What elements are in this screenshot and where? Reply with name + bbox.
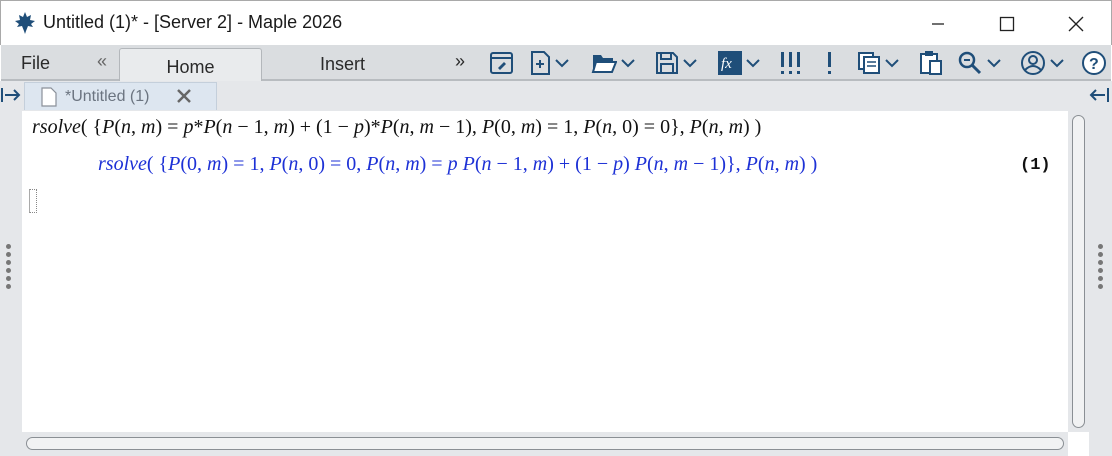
close-button[interactable]: [1042, 1, 1110, 46]
file-menu[interactable]: File: [21, 53, 50, 74]
math-input[interactable]: rsolve( {P(n, m) = p*P(n − 1, m) + (1 − …: [32, 116, 761, 139]
copy-icon[interactable]: [857, 49, 899, 77]
maximize-button[interactable]: [973, 1, 1041, 46]
maple-leaf-icon: [13, 11, 37, 35]
document-tab[interactable]: *Untitled (1): [24, 82, 217, 110]
horizontal-scrollbar-thumb[interactable]: [26, 437, 1064, 450]
right-palette-gutter: [1089, 111, 1112, 456]
input-cursor[interactable]: [29, 189, 37, 213]
execute-all-icon[interactable]: [779, 49, 803, 77]
minimize-button[interactable]: [904, 1, 972, 46]
new-document-icon[interactable]: [529, 49, 569, 77]
tab-insert[interactable]: Insert: [320, 54, 365, 75]
ribbon-scroll-right-button[interactable]: »: [455, 51, 465, 72]
vertical-scrollbar-thumb[interactable]: [1072, 115, 1085, 428]
svg-text:fx: fx: [721, 56, 732, 72]
save-icon[interactable]: [655, 49, 697, 77]
tab-home[interactable]: Home: [119, 48, 262, 81]
left-palette-grip[interactable]: [6, 244, 12, 292]
title-bar: Untitled (1)* - [Server 2] - Maple 2026: [0, 0, 1112, 45]
left-palette-gutter: [0, 111, 22, 456]
svg-text:?: ?: [1089, 56, 1099, 73]
equation-label: (1): [1020, 156, 1051, 175]
expand-right-palette-icon[interactable]: [1089, 88, 1109, 107]
math-output: rsolve( {P(0, m) = 1, P(n, 0) = 0, P(n, …: [98, 153, 818, 175]
execute-icon[interactable]: [826, 49, 834, 77]
find-icon[interactable]: [957, 49, 1001, 77]
expand-left-palette-icon[interactable]: [1, 88, 21, 107]
ribbon-toolbar: File « Home Insert » fx ?: [1, 45, 1111, 81]
right-palette-grip[interactable]: [1098, 244, 1104, 292]
ribbon-scroll-left-button[interactable]: «: [97, 51, 107, 72]
window-title: Untitled (1)* - [Server 2] - Maple 2026: [43, 12, 343, 32]
close-tab-icon[interactable]: [175, 87, 193, 110]
paste-icon[interactable]: [919, 49, 943, 77]
help-icon[interactable]: ?: [1081, 49, 1107, 77]
document-tab-label: *Untitled (1): [65, 88, 150, 105]
new-worksheet-icon[interactable]: [489, 49, 515, 77]
text-math-toggle-icon[interactable]: fx: [718, 49, 760, 77]
document-icon: [41, 87, 57, 112]
open-folder-icon[interactable]: [591, 49, 635, 77]
account-icon[interactable]: [1020, 49, 1064, 77]
document-tab-strip: *Untitled (1): [0, 81, 1112, 111]
